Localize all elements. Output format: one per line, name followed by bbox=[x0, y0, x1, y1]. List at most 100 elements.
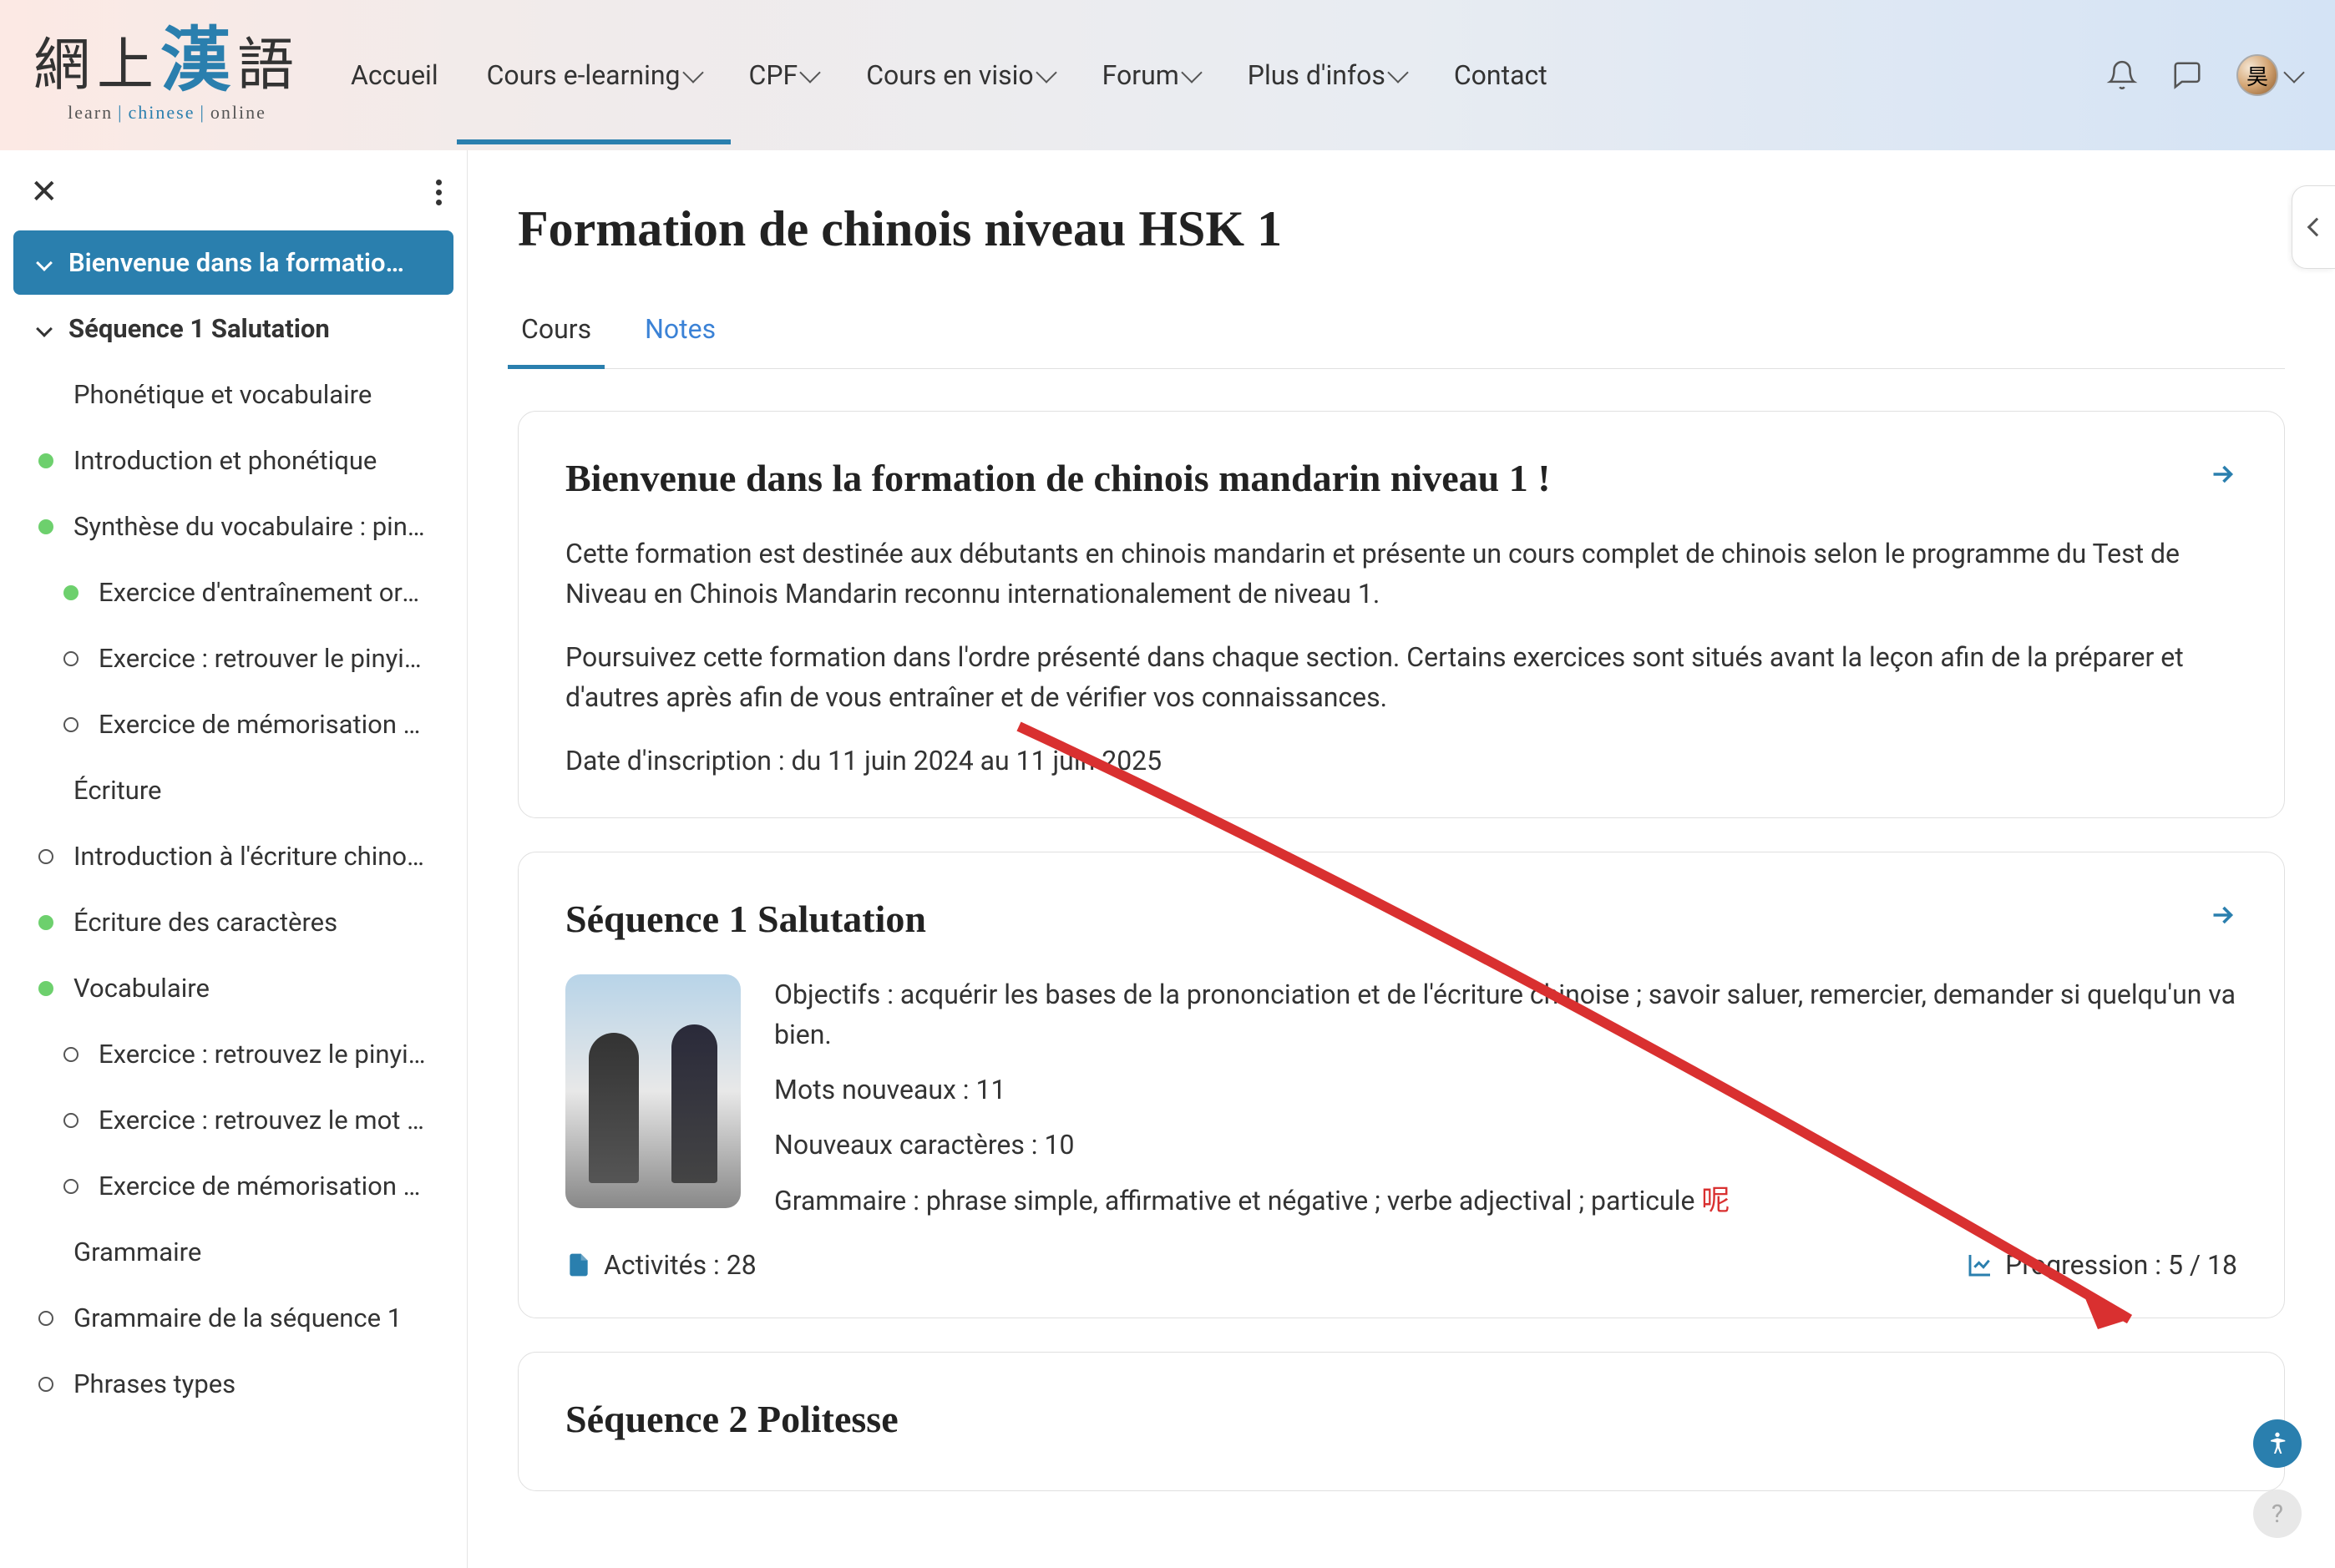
tab-notes[interactable]: Notes bbox=[641, 300, 719, 368]
status-incomplete-icon bbox=[63, 1047, 79, 1062]
sidebar-item-label: Exercice : retrouvez le mot c… bbox=[99, 1105, 428, 1136]
sidebar-item[interactable]: Exercice d'entraînement oral … bbox=[13, 560, 453, 625]
sidebar-item[interactable]: Phrases types bbox=[13, 1352, 453, 1416]
sidebar-item[interactable]: Grammaire de la séquence 1 bbox=[13, 1286, 453, 1350]
course-sidebar: ✕ Bienvenue dans la formatio… Séquence 1 … bbox=[0, 150, 468, 1568]
sidebar-item-label: Synthèse du vocabulaire : pinyi… bbox=[73, 511, 428, 542]
messages-icon[interactable] bbox=[2171, 59, 2203, 91]
chart-icon bbox=[1967, 1252, 1993, 1278]
sidebar-item-label: Exercice : retrouver le pinyin … bbox=[99, 643, 428, 674]
chevron-down-icon bbox=[1181, 62, 1202, 83]
logo-cn-left: 網上 bbox=[33, 33, 160, 97]
sidebar-item[interactable]: Exercice : retrouver le pinyin … bbox=[13, 626, 453, 690]
sidebar-item[interactable]: Exercice : retrouvez le mot c… bbox=[13, 1088, 453, 1152]
main-nav: Accueil Cours e-learning CPF Cours en visio… bbox=[351, 36, 2073, 114]
chevron-down-icon bbox=[36, 321, 53, 337]
sidebar-item-label: Introduction et phonétique bbox=[73, 445, 377, 476]
sidebar-item-label: Introduction à l'écriture chinoise bbox=[73, 841, 428, 872]
welcome-card: Bienvenue dans la formation de chinois m… bbox=[518, 411, 2285, 818]
status-complete-icon bbox=[38, 453, 53, 468]
sidebar-item-label: Phonétique et vocabulaire bbox=[73, 379, 372, 410]
sequence-objectives: Objectifs : acquérir les bases de la pro… bbox=[774, 974, 2237, 1055]
top-header: 網上漢語 learn|chinese|online Accueil Cours e… bbox=[0, 0, 2335, 150]
chevron-down-icon bbox=[799, 62, 820, 83]
sequence-1-card: Séquence 1 Salutation Objectifs : acquér… bbox=[518, 852, 2285, 1318]
page-title: Formation de chinois niveau HSK 1 bbox=[518, 200, 2285, 258]
close-sidebar-button[interactable]: ✕ bbox=[30, 175, 58, 209]
sidebar-item[interactable]: Écriture bbox=[13, 758, 453, 822]
status-incomplete-icon bbox=[63, 1113, 79, 1128]
open-section-button[interactable] bbox=[2207, 458, 2237, 498]
sequence-1-description: Objectifs : acquérir les bases de la pro… bbox=[774, 974, 2237, 1222]
notifications-icon[interactable] bbox=[2106, 59, 2138, 91]
status-incomplete-icon bbox=[63, 651, 79, 666]
sidebar-item-label: Grammaire de la séquence 1 bbox=[73, 1302, 402, 1333]
sidebar-item[interactable]: Écriture des caractères bbox=[13, 890, 453, 954]
sidebar-item[interactable]: Exercice : retrouvez le pinyin … bbox=[13, 1022, 453, 1086]
sequence-new-words: Mots nouveaux : 11 bbox=[774, 1070, 2237, 1110]
collapse-right-panel-button[interactable] bbox=[2292, 185, 2335, 269]
chevron-left-icon bbox=[2307, 218, 2326, 237]
status-complete-icon bbox=[38, 981, 53, 996]
nav-contact[interactable]: Contact bbox=[1454, 36, 1547, 114]
sidebar-item[interactable]: Introduction à l'écriture chinoise bbox=[13, 824, 453, 888]
user-avatar: 昊 bbox=[2236, 54, 2278, 96]
status-incomplete-icon bbox=[38, 1311, 53, 1326]
nav-cours-en-visio[interactable]: Cours en visio bbox=[866, 36, 1053, 114]
sidebar-item[interactable]: Grammaire bbox=[13, 1220, 453, 1284]
sidebar-item-label: Écriture des caractères bbox=[73, 907, 337, 938]
sidebar-item[interactable]: Synthèse du vocabulaire : pinyi… bbox=[13, 494, 453, 559]
sequence-1-image bbox=[565, 974, 741, 1208]
progress-indicator: Progression : 5 / 18 bbox=[1967, 1249, 2237, 1281]
user-menu[interactable]: 昊 bbox=[2236, 54, 2302, 96]
open-section-button[interactable] bbox=[2207, 899, 2237, 938]
sidebar-item-label: Grammaire bbox=[73, 1237, 201, 1267]
status-incomplete-icon bbox=[63, 717, 79, 732]
main-content: Formation de chinois niveau HSK 1 Cours N… bbox=[468, 150, 2335, 1568]
welcome-paragraph-2: Poursuivez cette formation dans l'ordre … bbox=[565, 637, 2237, 717]
floating-actions: ? bbox=[2253, 1419, 2302, 1538]
sidebar-item-label: Bienvenue dans la formatio… bbox=[68, 247, 404, 278]
content-tabs: Cours Notes bbox=[518, 300, 2285, 369]
welcome-paragraph-1: Cette formation est destinée aux débutan… bbox=[565, 534, 2237, 614]
sidebar-item-label: Séquence 1 Salutation bbox=[68, 313, 330, 344]
nav-accueil[interactable]: Accueil bbox=[351, 36, 438, 114]
header-actions: 昊 bbox=[2106, 54, 2302, 96]
accessibility-button[interactable] bbox=[2253, 1419, 2302, 1468]
tab-cours[interactable]: Cours bbox=[518, 300, 595, 368]
sequence-new-chars: Nouveaux caractères : 10 bbox=[774, 1125, 2237, 1165]
nav-cpf[interactable]: CPF bbox=[749, 36, 818, 114]
nav-forum[interactable]: Forum bbox=[1102, 36, 1199, 114]
chevron-down-icon bbox=[682, 62, 703, 83]
sequence-2-card: Séquence 2 Politesse bbox=[518, 1352, 2285, 1492]
sidebar-item-label: Exercice : retrouvez le pinyin … bbox=[99, 1039, 428, 1070]
nav-plus-d-infos[interactable]: Plus d'infos bbox=[1248, 36, 1406, 114]
status-complete-icon bbox=[38, 915, 53, 930]
activities-icon bbox=[565, 1252, 592, 1278]
chevron-down-icon bbox=[36, 255, 53, 271]
chevron-down-icon bbox=[2283, 62, 2304, 83]
sidebar-item[interactable]: Séquence 1 Salutation bbox=[13, 296, 453, 361]
status-incomplete-icon bbox=[38, 1377, 53, 1392]
sidebar-item[interactable]: Exercice de mémorisation du… bbox=[13, 692, 453, 756]
sidebar-menu-button[interactable] bbox=[436, 180, 442, 205]
sidebar-item[interactable]: Phonétique et vocabulaire bbox=[13, 362, 453, 427]
site-logo[interactable]: 網上漢語 learn|chinese|online bbox=[33, 27, 301, 124]
sidebar-item-label: Phrases types bbox=[73, 1368, 236, 1399]
sidebar-item-label: Exercice de mémorisation du… bbox=[99, 709, 428, 740]
sidebar-item-label: Exercice d'entraînement oral … bbox=[99, 577, 428, 608]
logo-cn-accent: 漢 bbox=[160, 23, 237, 100]
activities-count: Activités : 28 bbox=[565, 1249, 757, 1281]
sidebar-item[interactable]: Vocabulaire bbox=[13, 956, 453, 1020]
sidebar-item-label: Exercice de mémorisation du… bbox=[99, 1171, 428, 1201]
nav-cours-e-learning[interactable]: Cours e-learning bbox=[487, 36, 701, 114]
sidebar-item[interactable]: Introduction et phonétique bbox=[13, 428, 453, 493]
sidebar-item[interactable]: Bienvenue dans la formatio… bbox=[13, 230, 453, 295]
chevron-down-icon bbox=[1036, 62, 1056, 83]
help-button[interactable]: ? bbox=[2253, 1490, 2302, 1538]
status-complete-icon bbox=[63, 585, 79, 600]
sidebar-item-label: Écriture bbox=[73, 775, 162, 806]
status-incomplete-icon bbox=[38, 849, 53, 864]
enrollment-dates: Date d'inscription : du 11 juin 2024 au … bbox=[565, 741, 2237, 781]
sidebar-item[interactable]: Exercice de mémorisation du… bbox=[13, 1154, 453, 1218]
